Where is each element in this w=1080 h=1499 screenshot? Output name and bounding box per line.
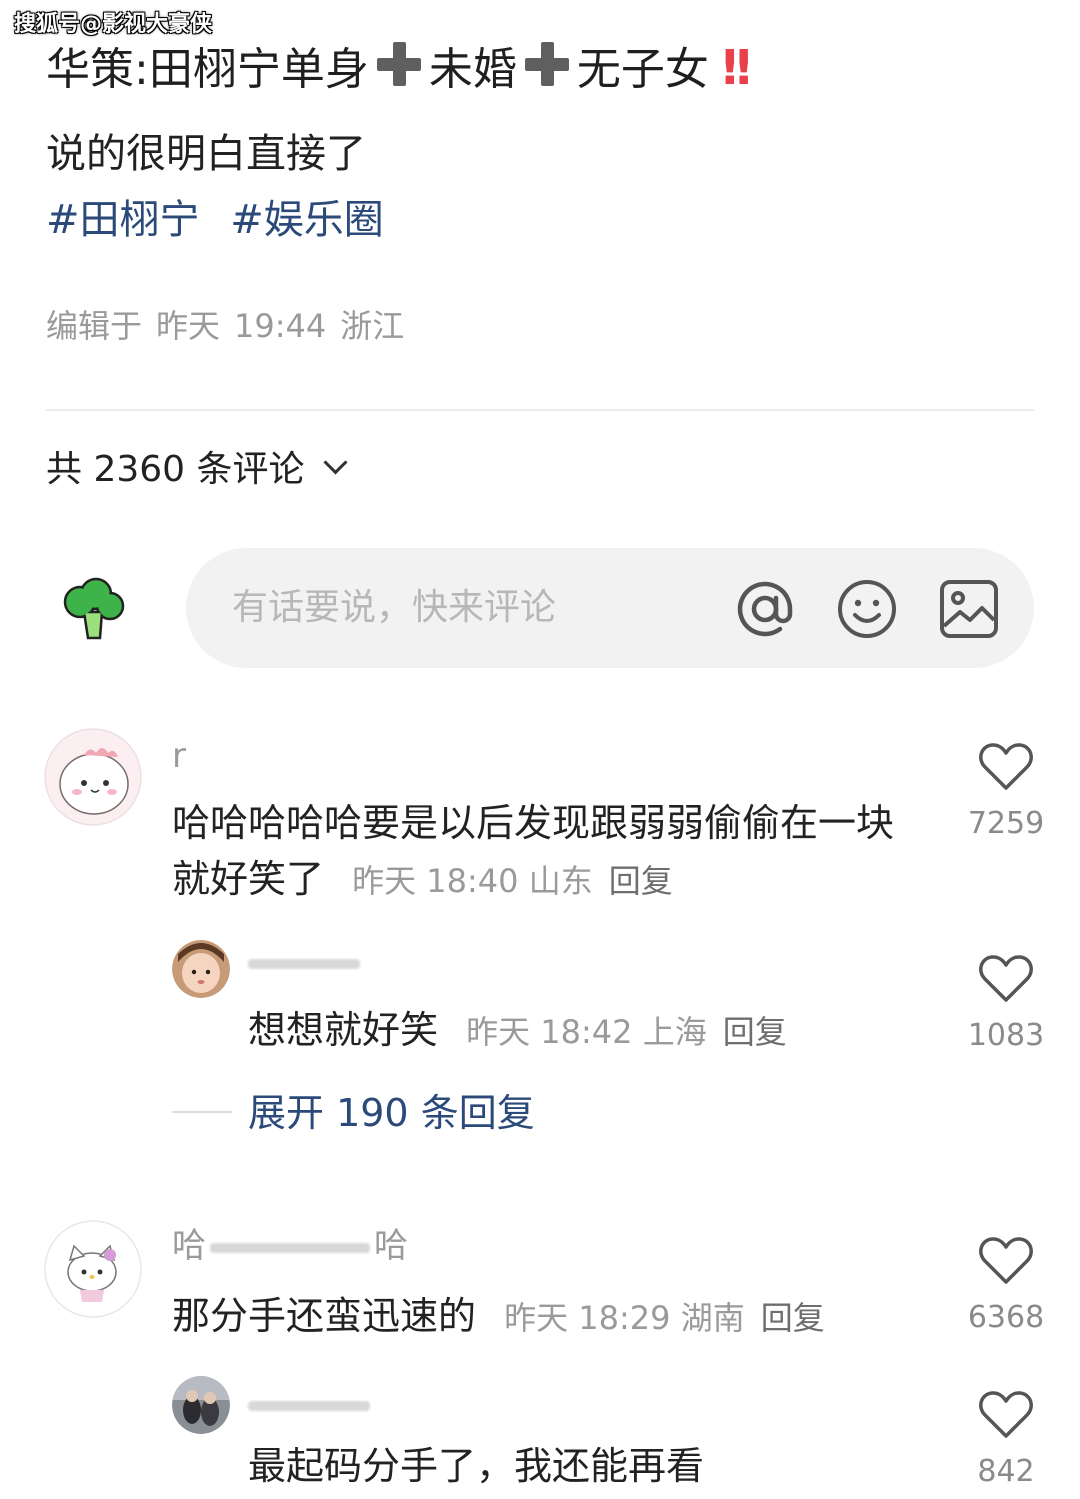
image-icon[interactable] [938, 578, 1000, 640]
reply-location: 上海 [642, 1013, 707, 1051]
username-tail: 哈 [374, 1226, 408, 1266]
reply-username-redacted[interactable] [248, 940, 360, 984]
username-head: 哈 [172, 1226, 206, 1266]
heart-icon[interactable] [978, 740, 1034, 792]
heart-icon[interactable] [978, 1388, 1034, 1440]
hashtag-row: #田栩宁 #娱乐圈 [46, 190, 402, 250]
comment-meta: 昨天 18:29 湖南 回复 [488, 1299, 825, 1337]
reply-time: 昨天 18:42 [466, 1013, 633, 1051]
like-count: 7259 [967, 806, 1045, 841]
title-part1: 华策:田栩宁单身 [46, 44, 369, 95]
post-body: 说的很明白直接了 [46, 131, 366, 177]
user-avatar[interactable] [172, 940, 230, 998]
reply-button[interactable]: 回复 [723, 1013, 787, 1051]
comment-location: 湖南 [680, 1299, 745, 1337]
expand-replies-button[interactable]: 展开 190 条回复 [248, 1086, 535, 1140]
reply-body: 想想就好笑 [248, 1008, 439, 1052]
like-count: 1083 [967, 1018, 1045, 1053]
chevron-down-icon [322, 450, 348, 475]
reply-body: 最起码分手了，我还能再看 [248, 1444, 705, 1488]
hashtag-link[interactable]: #娱乐圈 [230, 197, 384, 243]
reply-button[interactable]: 回复 [609, 862, 673, 900]
broccoli-avatar-icon[interactable] [58, 576, 128, 642]
reply-text: 想想就好笑 昨天 18:42 上海 回复 [248, 1002, 948, 1060]
divider [46, 409, 1034, 411]
comment-time: 昨天 18:29 [504, 1299, 671, 1337]
like-count: 6368 [967, 1300, 1045, 1335]
hashtag-link[interactable]: #田栩宁 [46, 197, 200, 243]
post-location: 浙江 [340, 307, 405, 345]
reply-username-redacted[interactable] [248, 1382, 370, 1426]
edited-day: 昨天 [156, 307, 221, 345]
comment-count: 共 2360 条评论 [46, 449, 305, 490]
heart-icon[interactable] [978, 1234, 1034, 1286]
post-meta: 编辑于 昨天 19:44 浙江 [46, 302, 418, 350]
comment-username[interactable]: r [172, 734, 186, 778]
comment-username[interactable]: 哈哈 [172, 1224, 408, 1268]
user-avatar[interactable] [44, 1220, 142, 1318]
plus-icon [373, 38, 425, 90]
user-avatar[interactable] [172, 1376, 230, 1434]
expand-divider [172, 1111, 232, 1113]
edited-label: 编辑于 [46, 307, 143, 345]
double-exclamation-icon: !! [718, 40, 755, 96]
heart-icon[interactable] [978, 952, 1034, 1004]
watermark: 搜狐号@影视大豪侠 [14, 12, 213, 37]
title-part3: 无子女 [576, 44, 709, 95]
comment-body: 那分手还蛮迅速的 [172, 1294, 477, 1338]
comment-time: 昨天 18:40 [352, 862, 519, 900]
user-avatar[interactable] [44, 728, 142, 826]
comment-location: 山东 [528, 862, 593, 900]
comment-count-sort[interactable]: 共 2360 条评论 [46, 442, 348, 498]
title-part2: 未婚 [428, 44, 517, 95]
redacted-username [248, 958, 360, 969]
redacted-username [248, 1400, 370, 1411]
reply-button[interactable]: 回复 [761, 1299, 825, 1337]
post-title: 华策:田栩宁单身 未婚 无子女!! [46, 36, 755, 102]
redacted-username [210, 1242, 370, 1253]
comment-meta: 昨天 18:40 山东 回复 [336, 862, 673, 900]
comment-input-placeholder: 有话要说，快来评论 [232, 587, 557, 628]
edited-time: 19:44 [234, 307, 327, 345]
plus-icon [521, 38, 573, 90]
comment-text: 哈哈哈哈哈要是以后发现跟弱弱偷偷在一块就好笑了 昨天 18:40 山东 回复 [172, 795, 912, 909]
reply-meta: 昨天 18:42 上海 回复 [450, 1013, 787, 1051]
comment-text: 那分手还蛮迅速的 昨天 18:29 湖南 回复 [172, 1288, 912, 1346]
at-icon[interactable] [734, 578, 796, 640]
comment-input[interactable]: 有话要说，快来评论 [186, 548, 1034, 668]
like-count: 842 [977, 1454, 1035, 1489]
emoji-icon[interactable] [836, 578, 898, 640]
reply-text: 最起码分手了，我还能再看 [248, 1438, 948, 1494]
